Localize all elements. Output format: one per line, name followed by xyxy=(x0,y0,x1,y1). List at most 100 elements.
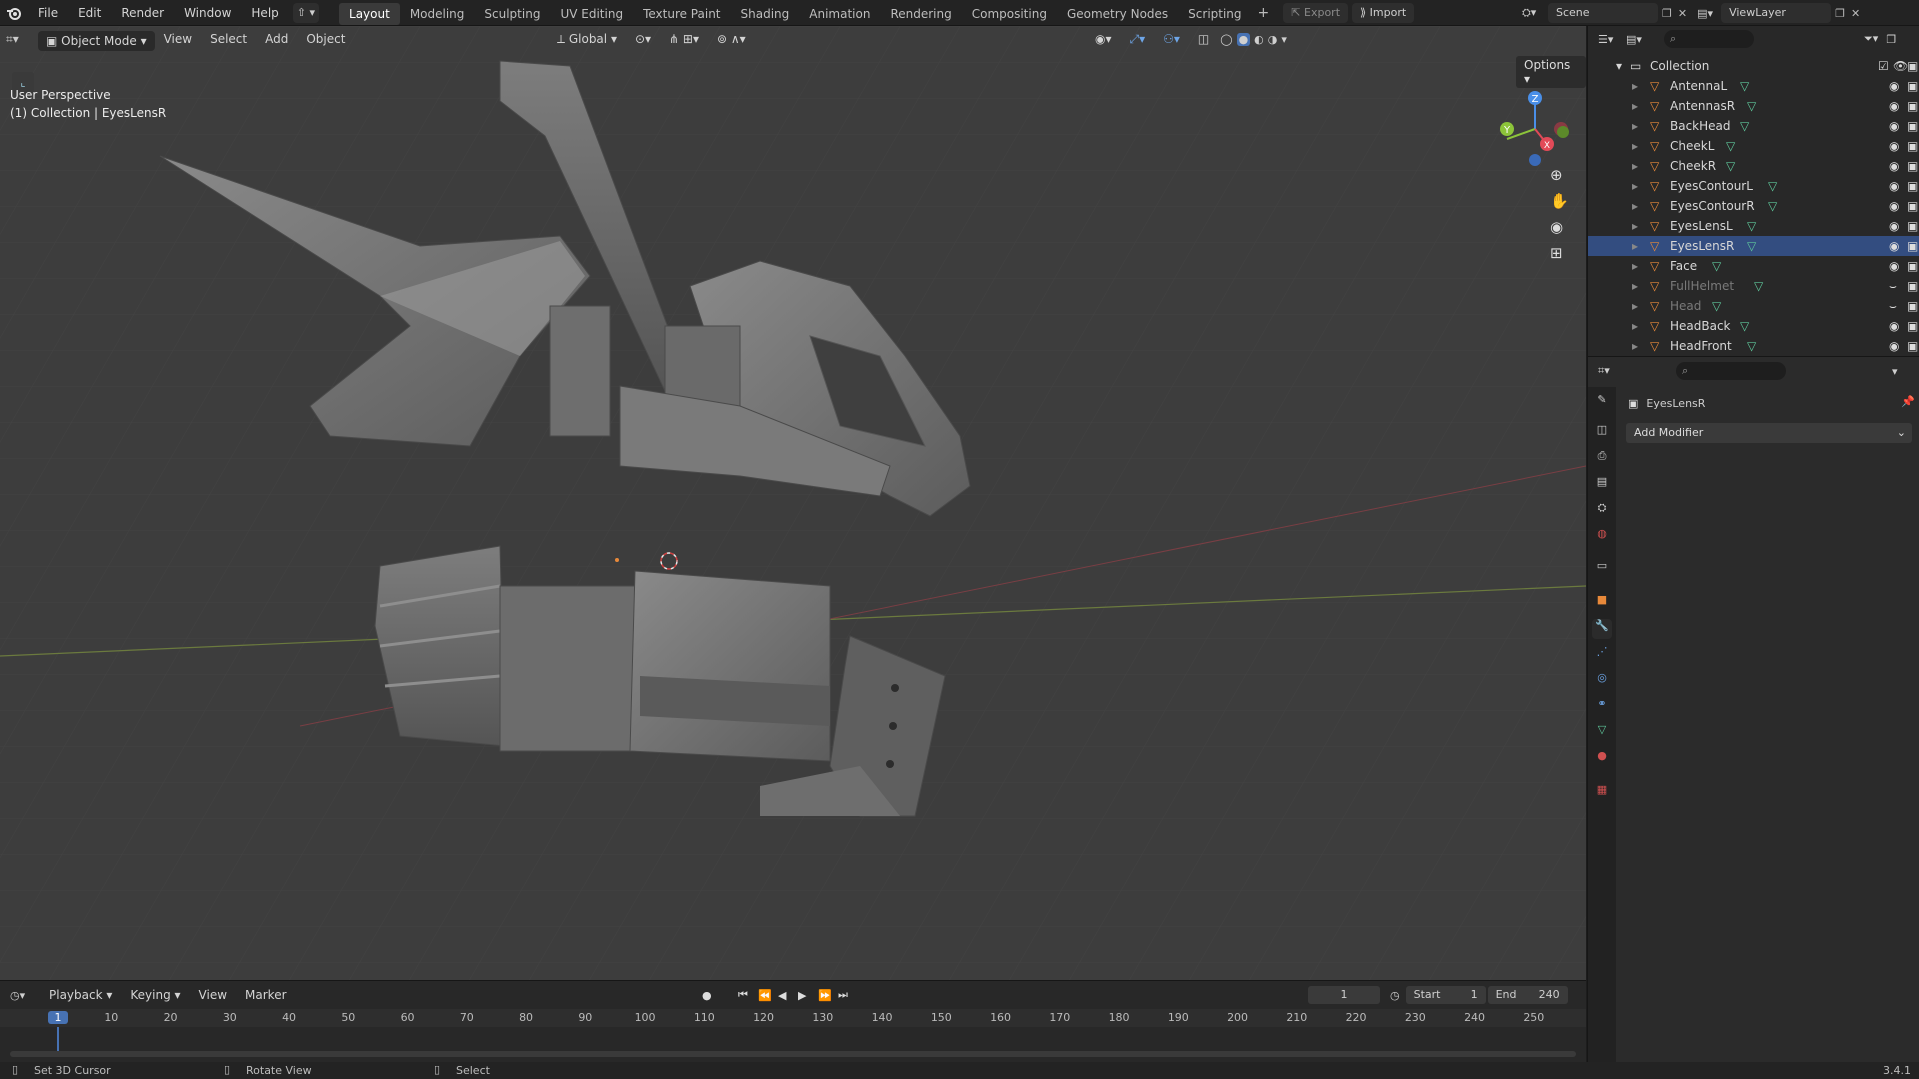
output-tab-icon[interactable]: ⎙ xyxy=(1592,449,1612,469)
camera-icon[interactable]: ▣ xyxy=(1907,256,1918,276)
expand-icon[interactable]: ▸ xyxy=(1632,296,1638,316)
play-reverse-icon[interactable]: ◀ xyxy=(778,989,798,1002)
shading-rendered-icon[interactable]: ◑ xyxy=(1268,33,1278,46)
outliner-item[interactable]: ▸ ▽ EyesLensL ▽ ◉ ▣ xyxy=(1588,216,1919,236)
play-icon[interactable]: ▶ xyxy=(798,989,818,1002)
next-key-icon[interactable]: ⏩ xyxy=(818,989,838,1002)
menu-marker[interactable]: Marker xyxy=(236,983,295,1007)
tab-scripting[interactable]: Scripting xyxy=(1178,3,1251,25)
pan-hand-icon[interactable]: ✋ xyxy=(1550,192,1569,210)
menu-file[interactable]: File xyxy=(28,0,68,26)
eye-icon[interactable]: ◉ xyxy=(1889,156,1899,176)
camera-icon[interactable]: ▣ xyxy=(1907,196,1918,216)
outliner-item[interactable]: ▸ ▽ AntennasR ▽ ◉ ▣ xyxy=(1588,96,1919,116)
new-view-layer-icon[interactable]: ❐ xyxy=(1835,7,1845,20)
tab-animation[interactable]: Animation xyxy=(799,3,880,25)
view-layer-tab-icon[interactable]: ▤ xyxy=(1592,475,1612,495)
shading-solid-icon[interactable]: ● xyxy=(1236,32,1251,46)
menu-keying[interactable]: Keying ▾ xyxy=(121,983,189,1007)
constraints-tab-icon[interactable]: ⚭ xyxy=(1592,697,1612,717)
proportional-edit-icon[interactable]: ⊚ ∧▾ xyxy=(708,26,755,52)
camera-icon[interactable]: ▣ xyxy=(1907,336,1918,356)
tab-compositing[interactable]: Compositing xyxy=(962,3,1057,25)
expand-icon[interactable]: ▸ xyxy=(1632,136,1638,156)
viewport-scene[interactable] xyxy=(0,26,1586,980)
camera-icon[interactable]: ▣ xyxy=(1907,156,1918,176)
camera-icon[interactable]: ▣ xyxy=(1907,176,1918,196)
menu-object[interactable]: Object xyxy=(297,26,354,52)
export-button[interactable]: ⇱ Export xyxy=(1283,3,1349,23)
mode-dropdown[interactable]: ▣ Object Mode ▾ xyxy=(38,30,155,51)
zoom-icon[interactable]: ⊕ xyxy=(1550,166,1563,184)
jump-end-icon[interactable]: ⏭ xyxy=(838,988,858,1002)
playhead[interactable] xyxy=(57,1027,59,1051)
camera-icon[interactable]: ▣ xyxy=(1907,56,1918,76)
view-layer-field[interactable]: ViewLayer xyxy=(1721,3,1832,23)
shading-options-icon[interactable]: ▾ xyxy=(1281,33,1287,46)
outliner-item[interactable]: ▸ ▽ FullHelmet ▽ ⌣ ▣ xyxy=(1588,276,1919,296)
material-tab-icon[interactable]: ● xyxy=(1592,749,1612,769)
menu-help[interactable]: Help xyxy=(241,0,288,26)
clock-icon[interactable]: ◷ xyxy=(1390,989,1400,1002)
eye-closed-icon[interactable]: ⌣ xyxy=(1889,276,1897,296)
outliner-item[interactable]: ▸ ▽ CheekL ▽ ◉ ▣ xyxy=(1588,136,1919,156)
xray-icon[interactable]: ◫ xyxy=(1189,26,1218,52)
tool-tab-icon[interactable]: ✎ xyxy=(1592,393,1612,413)
tab-geometry-nodes[interactable]: Geometry Nodes xyxy=(1057,3,1178,25)
filter-icon[interactable]: ⏷▾ xyxy=(1864,32,1878,46)
camera-icon[interactable]: ▣ xyxy=(1907,136,1918,156)
menu-select[interactable]: Select xyxy=(201,26,256,52)
outliner-item[interactable]: ▸ ▽ EyesContourR ▽ ◉ ▣ xyxy=(1588,196,1919,216)
outliner-item[interactable]: ▸ ▽ HeadBack ▽ ◉ ▣ xyxy=(1588,316,1919,336)
ortho-grid-icon[interactable]: ⊞ xyxy=(1550,244,1563,262)
overlay-toggle-icon[interactable]: ⚇▾ xyxy=(1154,26,1189,52)
tab-rendering[interactable]: Rendering xyxy=(880,3,961,25)
editor-type-icon[interactable]: ⌗▾ xyxy=(6,32,38,47)
expand-icon[interactable]: ▸ xyxy=(1632,116,1638,136)
camera-icon[interactable]: ▣ xyxy=(1907,236,1918,256)
new-collection-icon[interactable]: ❐ xyxy=(1886,33,1896,46)
timeline-editor-icon[interactable]: ◷▾ xyxy=(10,989,40,1002)
view-layer-icon[interactable]: ▤▾ xyxy=(1697,7,1721,20)
import-button[interactable]: ⟫ Import xyxy=(1352,3,1415,23)
expand-icon[interactable]: ▸ xyxy=(1632,176,1638,196)
add-workspace-icon[interactable]: + xyxy=(1252,5,1276,21)
eye-icon[interactable]: ◉ xyxy=(1889,196,1899,216)
menu-view[interactable]: View xyxy=(155,26,201,52)
expand-icon[interactable]: ▸ xyxy=(1632,276,1638,296)
timeline-scrollbar[interactable] xyxy=(10,1051,1576,1057)
camera-icon[interactable]: ▣ xyxy=(1907,296,1918,316)
expand-icon[interactable]: ▸ xyxy=(1632,236,1638,256)
eye-icon[interactable]: ◉ xyxy=(1889,116,1899,136)
transform-orientation-dropdown[interactable]: ⟂ Global ▾ xyxy=(548,26,626,52)
end-frame-field[interactable]: End 240 xyxy=(1487,986,1568,1004)
expand-icon[interactable]: ▸ xyxy=(1632,196,1638,216)
new-scene-icon[interactable]: ❐ xyxy=(1662,7,1672,20)
shading-material-icon[interactable]: ◐ xyxy=(1254,33,1264,46)
outliner-item[interactable]: ▸ ▽ EyesContourL ▽ ◉ ▣ xyxy=(1588,176,1919,196)
outliner-item[interactable]: ▸ ▽ HeadFront ▽ ◉ ▣ xyxy=(1588,336,1919,356)
expand-icon[interactable]: ▸ xyxy=(1632,156,1638,176)
expand-icon[interactable]: ▸ xyxy=(1632,256,1638,276)
eye-icon[interactable]: ◉ xyxy=(1889,96,1899,116)
display-mode-icon[interactable]: ▤▾ xyxy=(1626,33,1654,46)
modifier-tab-icon[interactable]: 🔧 xyxy=(1592,619,1612,639)
eye-icon[interactable]: 👁 xyxy=(1893,56,1908,76)
expand-icon[interactable]: ▸ xyxy=(1632,96,1638,116)
pivot-point-icon[interactable]: ⊙▾ xyxy=(626,26,660,52)
eye-icon[interactable]: ◉ xyxy=(1889,236,1899,256)
camera-icon[interactable]: ▣ xyxy=(1907,116,1918,136)
props-editor-icon[interactable]: ⌗▾ xyxy=(1598,364,1626,378)
physics-tab-icon[interactable]: ◎ xyxy=(1592,671,1612,691)
eye-icon[interactable]: ◉ xyxy=(1889,76,1899,96)
outliner-editor-icon[interactable]: ☰▾ xyxy=(1598,33,1626,46)
outliner-item[interactable]: ▸ ▽ CheekR ▽ ◉ ▣ xyxy=(1588,156,1919,176)
menu-edit[interactable]: Edit xyxy=(68,0,111,26)
eye-icon[interactable]: ◉ xyxy=(1889,136,1899,156)
prev-key-icon[interactable]: ⏪ xyxy=(758,989,778,1002)
eye-closed-icon[interactable]: ⌣ xyxy=(1889,296,1897,316)
remove-view-layer-icon[interactable]: ✕ xyxy=(1851,7,1860,20)
expand-icon[interactable]: ▾ xyxy=(1616,56,1622,76)
camera-icon[interactable]: ▣ xyxy=(1907,76,1918,96)
menu-window[interactable]: Window xyxy=(174,0,241,26)
